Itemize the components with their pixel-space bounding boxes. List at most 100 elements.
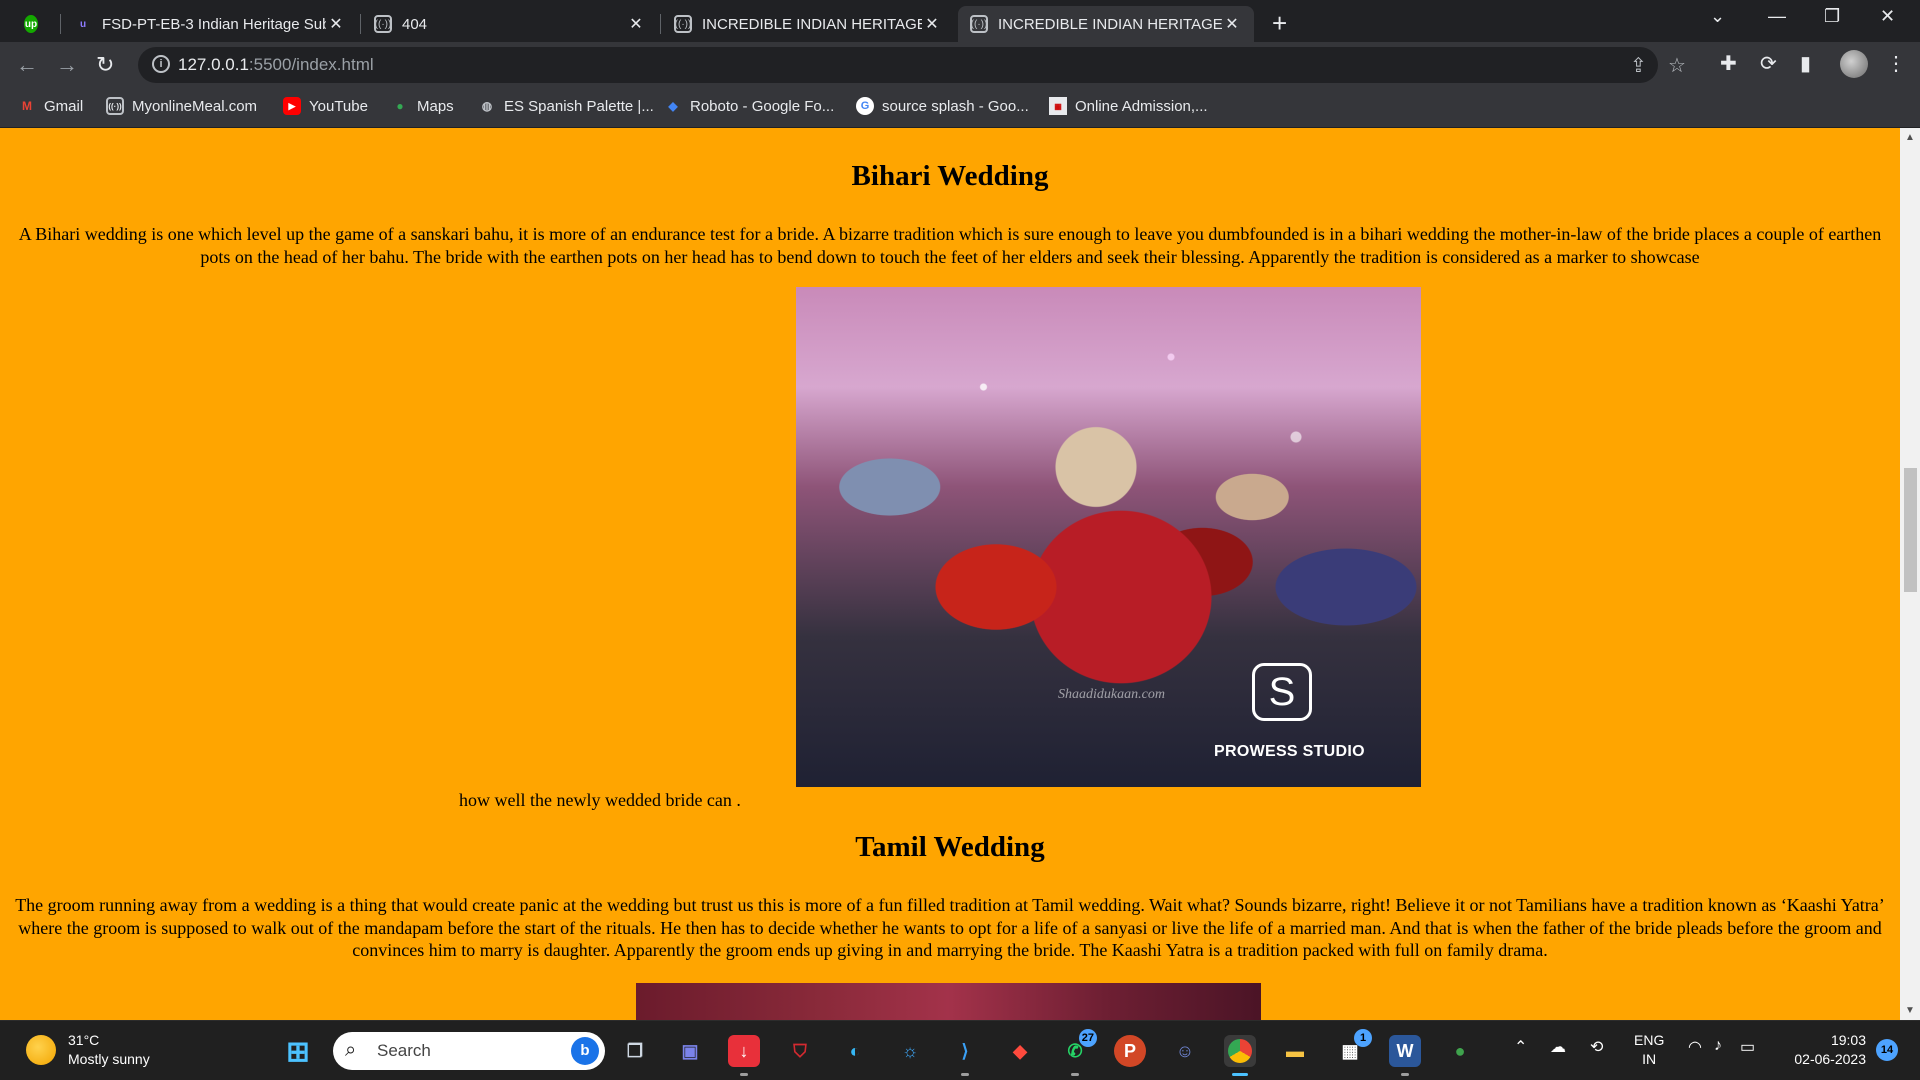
upwork-icon: up [24, 15, 38, 33]
chrome-icon[interactable] [1224, 1035, 1256, 1076]
url-text[interactable]: 127.0.0.1:5500/index.html [178, 55, 374, 75]
tab-4-active[interactable]: ((·)) INCREDIBLE INDIAN HERITAGE ✕ [958, 6, 1254, 42]
youtube-icon: ▶ [283, 97, 301, 115]
store-badge: 1 [1354, 1029, 1372, 1047]
clock[interactable]: 19:03 02-06-2023 [1782, 1031, 1866, 1069]
bookmark-label: Roboto - Google Fo... [690, 97, 835, 115]
language-indicator[interactable]: ENG IN [1634, 1031, 1664, 1069]
maps-pin-icon: ● [396, 99, 404, 113]
extensions-icon[interactable]: ✚ [1720, 51, 1737, 76]
diamond-app-icon[interactable]: ◆ [1004, 1035, 1036, 1067]
menu-kebab-icon[interactable]: ⋮ [1886, 51, 1906, 76]
site-info-icon[interactable]: i [152, 55, 170, 73]
close-icon[interactable]: ✕ [626, 14, 646, 34]
lang-top: ENG [1634, 1032, 1665, 1048]
back-button[interactable]: ← [16, 52, 38, 78]
weather-app-icon[interactable]: ☼ [894, 1035, 926, 1067]
minimize-button[interactable]: — [1768, 6, 1786, 27]
extension-icon[interactable]: ⟳ [1760, 51, 1777, 76]
scroll-up-arrow-icon[interactable]: ▲ [1900, 132, 1920, 143]
google-fonts-icon: ◆ [668, 99, 678, 113]
bookmark-myonlinemeal[interactable]: ((·)) MyonlineMeal.com [106, 97, 257, 115]
tab-separator [60, 14, 61, 34]
bookmark-youtube[interactable]: ▶ YouTube [283, 97, 368, 115]
bihari-heading: Bihari Wedding [851, 160, 1049, 192]
close-icon[interactable]: ✕ [326, 14, 346, 34]
mongodb-icon[interactable]: ● [1444, 1035, 1476, 1067]
tab-strip: up u FSD-PT-EB-3 Indian Heritage Sub ✕ (… [0, 0, 1920, 42]
tab-3[interactable]: ((·)) INCREDIBLE INDIAN HERITAGE ✕ [662, 6, 954, 42]
scroll-down-arrow-icon[interactable]: ▼ [1900, 1005, 1920, 1016]
bookmark-gmail[interactable]: M Gmail [18, 97, 83, 115]
tab-2[interactable]: ((·)) 404 ✕ [362, 6, 658, 42]
tray-chevron-up-icon[interactable]: ⌃ [1514, 1037, 1527, 1057]
tab-title: INCREDIBLE INDIAN HERITAGE [702, 15, 922, 33]
windows-taskbar: 31°C Mostly sunny ⊞ ⌕ Search b ❐ ▣ ↓ ⛉ ◐… [0, 1020, 1920, 1080]
edge-icon[interactable]: ◐ [839, 1035, 871, 1067]
sync-icon[interactable]: ⟲ [1590, 1037, 1603, 1057]
start-windows-icon[interactable]: ⊞ [282, 1035, 314, 1067]
tab-search-button[interactable]: up [16, 6, 56, 42]
onedrive-cloud-icon[interactable]: ☁ [1550, 1037, 1566, 1057]
live-server-icon: ((·)) [674, 15, 692, 33]
tab-title: 404 [402, 15, 428, 33]
photo-watermark: Shaadidukaan.com [1058, 687, 1165, 702]
weather-temp: 31°C [68, 1032, 100, 1048]
new-tab-button[interactable]: + [1272, 8, 1287, 39]
page-scrollbar[interactable]: ▲ ▼ [1900, 128, 1920, 1020]
reload-button[interactable]: ↻ [96, 52, 114, 78]
bookmark-roboto[interactable]: ◆ Roboto - Google Fo... [664, 97, 834, 115]
store-icon[interactable]: ▦ 1 [1334, 1029, 1372, 1067]
bookmark-label: Online Admission,... [1075, 97, 1208, 115]
clock-date: 02-06-2023 [1794, 1051, 1866, 1067]
task-view-icon[interactable]: ❐ [619, 1035, 651, 1067]
bookmark-maps[interactable]: ● Maps [391, 97, 454, 115]
side-panel-icon[interactable]: ▮ [1800, 51, 1811, 76]
window-close-button[interactable]: ✕ [1880, 6, 1895, 27]
bing-icon: b [571, 1037, 599, 1065]
bookmark-online-admission[interactable]: ▦ Online Admission,... [1049, 97, 1208, 115]
page-viewport: Bihari Wedding A Bihari wedding is one w… [0, 128, 1900, 1020]
weather-widget[interactable]: 31°C Mostly sunny [26, 1031, 150, 1069]
vscode-icon[interactable]: ⟩ [949, 1035, 981, 1076]
clock-time: 19:03 [1830, 1032, 1866, 1048]
tab-title: INCREDIBLE INDIAN HERITAGE [998, 15, 1222, 33]
tab-1[interactable]: u FSD-PT-EB-3 Indian Heritage Sub ✕ [62, 6, 358, 42]
sun-icon [26, 1035, 56, 1065]
bookmark-spanish-palette[interactable]: ◍ ES Spanish Palette |... [478, 97, 654, 115]
gmail-icon: M [22, 99, 32, 113]
wifi-icon[interactable]: ◠ [1688, 1037, 1702, 1057]
tab-search-chevron-icon[interactable]: ⌄ [1710, 6, 1725, 27]
tamil-wedding-photo [636, 983, 1261, 1020]
word-icon[interactable]: W [1389, 1035, 1421, 1076]
close-icon[interactable]: ✕ [922, 14, 942, 34]
bookmark-label: Maps [417, 97, 454, 115]
scroll-thumb[interactable] [1904, 468, 1917, 592]
battery-icon[interactable]: ▭ [1740, 1037, 1755, 1057]
volume-icon[interactable]: ♪ [1714, 1037, 1722, 1055]
discord-icon[interactable]: ☺ [1169, 1035, 1201, 1067]
whatsapp-icon[interactable]: ✆ 27 [1059, 1029, 1097, 1076]
teams-chat-icon[interactable]: ▣ [674, 1035, 706, 1067]
photo-brand-text: PROWESS STUDIO [1214, 743, 1365, 760]
search-icon: ⌕ [345, 1039, 357, 1061]
powerpoint-icon[interactable]: P [1114, 1035, 1146, 1067]
bihari-wedding-photo: Shaadidukaan.com S PROWESS STUDIO [796, 287, 1421, 787]
tamil-section: Tamil Wedding [0, 831, 1900, 864]
forward-button[interactable]: → [56, 52, 78, 78]
bookmark-star-icon[interactable]: ☆ [1668, 53, 1686, 78]
bookmark-source-splash[interactable]: G source splash - Goo... [856, 97, 1029, 115]
download-app-icon[interactable]: ↓ [728, 1035, 760, 1076]
whatsapp-badge: 27 [1078, 1029, 1097, 1047]
share-icon[interactable]: ⇪ [1630, 53, 1647, 78]
bookmark-label: source splash - Goo... [882, 97, 1029, 115]
notification-count-badge[interactable]: 14 [1876, 1039, 1898, 1061]
file-explorer-icon[interactable]: ▬ [1279, 1035, 1311, 1067]
bihari-paragraph: A Bihari wedding is one which level up t… [18, 224, 1882, 267]
address-bar[interactable]: i 127.0.0.1:5500/index.html ⇪ ☆ [138, 47, 1686, 83]
close-icon[interactable]: ✕ [1222, 14, 1242, 34]
taskbar-search[interactable]: ⌕ Search b [333, 1032, 605, 1070]
restore-button[interactable]: ❐ [1824, 6, 1840, 27]
profile-avatar[interactable] [1840, 50, 1868, 78]
mcafee-shield-icon[interactable]: ⛉ [784, 1035, 816, 1067]
